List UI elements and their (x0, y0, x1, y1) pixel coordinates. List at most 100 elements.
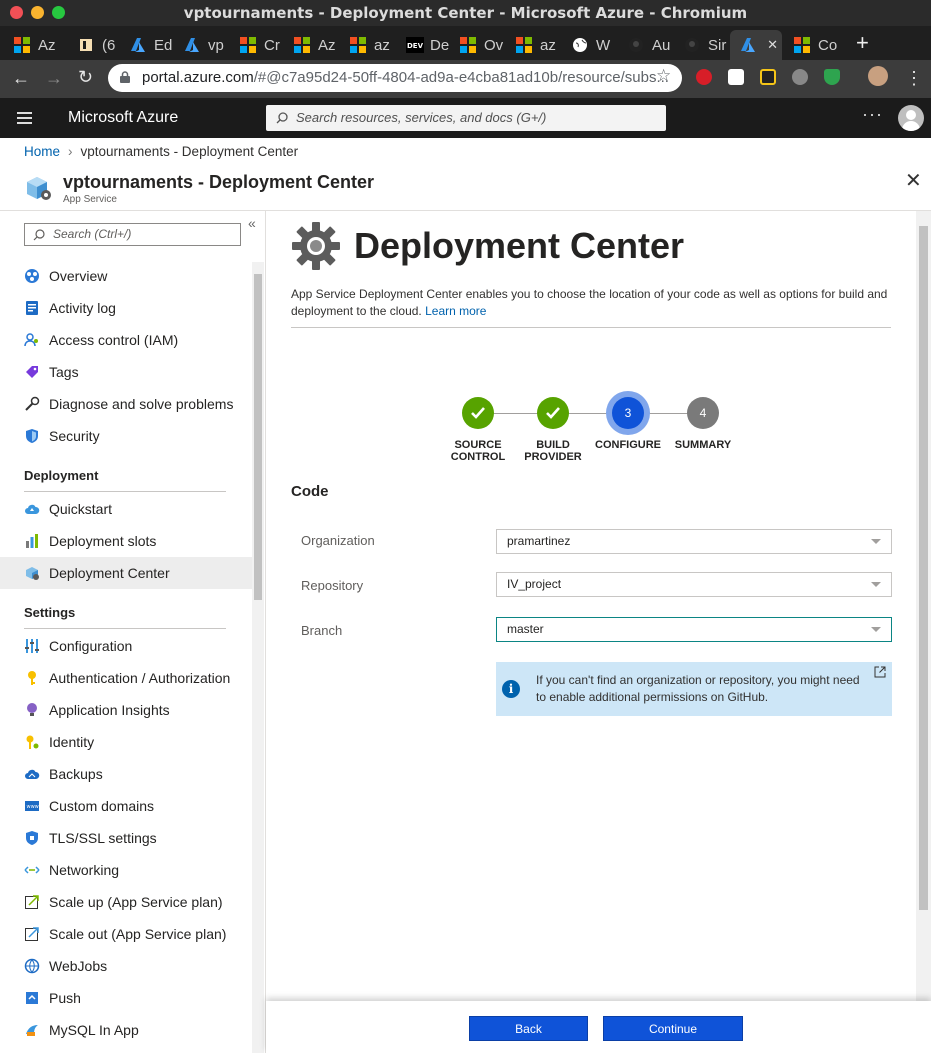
menu-item-activity-log[interactable]: Activity log (0, 292, 252, 324)
menu-item-overview[interactable]: Overview (0, 260, 252, 292)
menu-scrollbar[interactable] (252, 262, 264, 1053)
menu-item-scale-out-app-service-plan[interactable]: Scale out (App Service plan) (0, 918, 252, 950)
menu-item-quickstart[interactable]: Quickstart (0, 493, 252, 525)
collapse-menu-icon[interactable]: « (248, 215, 256, 231)
browser-tab[interactable]: Ed (120, 30, 172, 60)
learn-more-link[interactable]: Learn more (425, 304, 486, 318)
menu-item-webjobs[interactable]: WebJobs (0, 950, 252, 982)
global-search-input[interactable]: Search resources, services, and docs (G+… (266, 105, 666, 131)
chevron-right-icon: › (68, 144, 73, 159)
back-button[interactable]: Back (469, 1016, 588, 1041)
menu-section-divider (24, 491, 226, 492)
browser-menu-icon[interactable]: ⋮ (905, 68, 923, 88)
microsoft-icon (14, 37, 30, 53)
menu-divider (265, 211, 266, 1053)
more-options-icon[interactable]: ··· (862, 104, 883, 125)
repository-dropdown[interactable]: IV_project (496, 572, 892, 597)
tab-label: az (540, 36, 556, 54)
menu-item-security[interactable]: Security (0, 420, 252, 452)
tab-label: Ov (484, 36, 504, 54)
user-avatar[interactable] (898, 105, 924, 131)
menu-item-configuration[interactable]: Configuration (0, 630, 252, 662)
menu-item-tags[interactable]: Tags (0, 356, 252, 388)
bookmark-star-icon[interactable]: ☆ (656, 66, 671, 86)
networking-icon (24, 862, 40, 878)
address-bar[interactable]: portal.azure.com/#@c7a95d24-50ff-4804-ad… (108, 64, 682, 92)
menu-scrollbar-thumb[interactable] (254, 274, 262, 600)
menu-item-push[interactable]: Push (0, 982, 252, 1014)
menu-item-scale-up-app-service-plan[interactable]: Scale up (App Service plan) (0, 886, 252, 918)
browser-tab[interactable]: Az (284, 30, 336, 60)
browser-tab[interactable]: Cr (230, 30, 280, 60)
menu-item-diagnose-and-solve-problems[interactable]: Diagnose and solve problems (0, 388, 252, 420)
menu-item-custom-domains[interactable]: www Custom domains (0, 790, 252, 822)
search-icon (33, 229, 45, 241)
menu-item-application-insights[interactable]: Application Insights (0, 694, 252, 726)
organization-dropdown[interactable]: pramartinez (496, 529, 892, 554)
menu-item-deployment-slots[interactable]: Deployment slots (0, 525, 252, 557)
code-section-header: Code (291, 483, 329, 500)
menu-item-label: Application Insights (49, 702, 170, 718)
browser-tab[interactable]: vp (174, 30, 224, 60)
azure-brand[interactable]: Microsoft Azure (68, 108, 178, 128)
breadcrumb-home-link[interactable]: Home (24, 144, 60, 159)
back-arrow-icon[interactable]: ← (12, 68, 30, 88)
overview-icon (24, 268, 40, 284)
forward-arrow-icon[interactable]: → (45, 68, 63, 88)
menu-item-identity[interactable]: Identity (0, 726, 252, 758)
browser-tab[interactable]: DEV De (396, 30, 449, 60)
profile-avatar[interactable] (868, 66, 888, 86)
browser-tab[interactable]: W (562, 30, 612, 60)
menu-item-access-control-iam[interactable]: Access control (IAM) (0, 324, 252, 356)
menu-search-input[interactable]: Search (Ctrl+/) (24, 223, 241, 246)
browser-tab[interactable]: Co (784, 30, 837, 60)
browser-tab[interactable]: ✕ (730, 30, 782, 60)
menu-item-label: Backups (49, 766, 103, 782)
close-tab-icon[interactable]: ✕ (767, 37, 778, 53)
close-blade-icon[interactable]: ✕ (905, 171, 922, 191)
menu-item-authentication-authorization[interactable]: Authentication / Authorization (0, 662, 252, 694)
extension-mega-icon[interactable] (728, 69, 744, 85)
lightbulb-icon (24, 702, 40, 718)
tab-label: (6 (102, 36, 116, 54)
minimize-window-button[interactable] (31, 6, 44, 19)
browser-tab[interactable]: Az (4, 30, 56, 60)
browser-tab[interactable]: Ov (450, 30, 504, 60)
github-icon (628, 37, 644, 53)
checkmark-icon (471, 407, 485, 419)
menu-item-mysql-in-app[interactable]: MySQL In App (0, 1014, 252, 1046)
repository-value: IV_project (507, 577, 562, 591)
menu-item-networking[interactable]: Networking (0, 854, 252, 886)
browser-tab[interactable]: Au (618, 30, 671, 60)
content-scrollbar-thumb[interactable] (919, 226, 928, 910)
step-label-line: PROVIDER (524, 451, 582, 463)
extension-imdb-icon[interactable] (760, 69, 776, 85)
continue-button[interactable]: Continue (603, 1016, 743, 1041)
tab-label: Au (652, 36, 671, 54)
menu-search-placeholder: Search (Ctrl+/) (53, 227, 132, 241)
extension-bulb-icon[interactable] (792, 69, 808, 85)
extension-adblock-icon[interactable] (696, 69, 712, 85)
identity-key-icon (24, 734, 40, 750)
menu-item-label: Identity (49, 734, 95, 750)
menu-item-label: MySQL In App (49, 1022, 139, 1038)
close-window-button[interactable] (10, 6, 23, 19)
extension-shield-icon[interactable] (824, 69, 840, 85)
browser-tab[interactable]: az (340, 30, 390, 60)
menu-item-tls-ssl-settings[interactable]: TLS/SSL settings (0, 822, 252, 854)
reload-icon[interactable]: ↻ (78, 67, 93, 87)
branch-dropdown[interactable]: master (496, 617, 892, 642)
browser-tab[interactable]: Sir (674, 30, 726, 60)
browser-tab[interactable]: (6 (68, 30, 118, 60)
page-title: Deployment Center (354, 225, 685, 266)
content-scrollbar[interactable] (916, 211, 931, 1001)
menu-item-backups[interactable]: Backups (0, 758, 252, 790)
breadcrumb-current: vptournaments - Deployment Center (80, 144, 299, 159)
menu-item-deployment-center[interactable]: Deployment Center (0, 557, 252, 589)
browser-tab[interactable]: az (506, 30, 556, 60)
maximize-window-button[interactable] (52, 6, 65, 19)
page-description: App Service Deployment Center enables yo… (291, 286, 895, 320)
hamburger-menu-icon[interactable] (17, 112, 32, 127)
external-link-icon[interactable] (874, 666, 886, 678)
new-tab-button[interactable]: + (856, 31, 869, 55)
